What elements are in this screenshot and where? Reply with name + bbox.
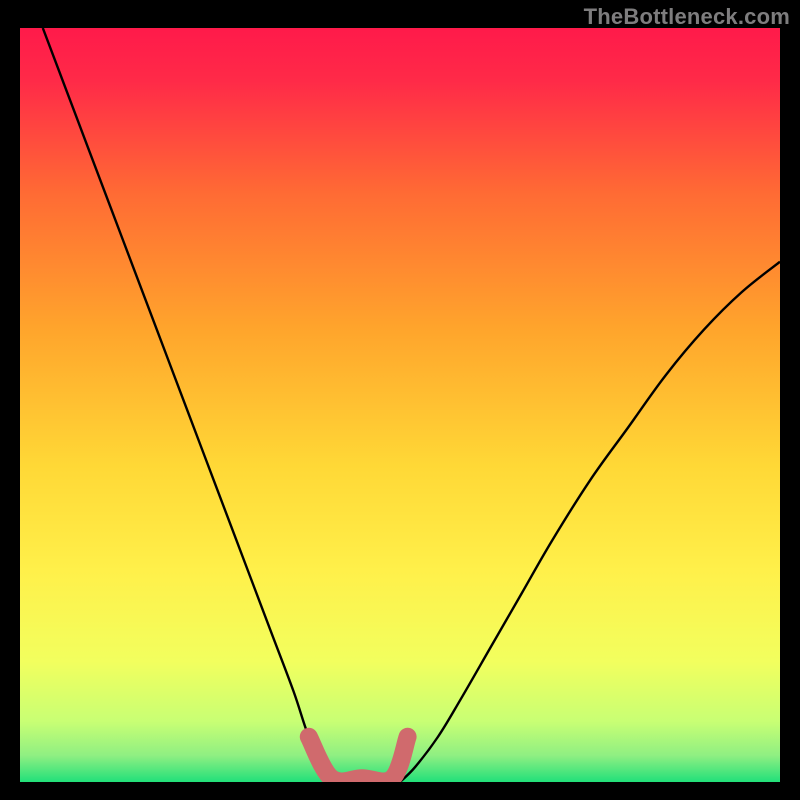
gradient-background [20, 28, 780, 782]
bottleneck-chart [0, 0, 800, 800]
chart-frame: TheBottleneck.com [0, 0, 800, 800]
watermark-text: TheBottleneck.com [584, 4, 790, 30]
